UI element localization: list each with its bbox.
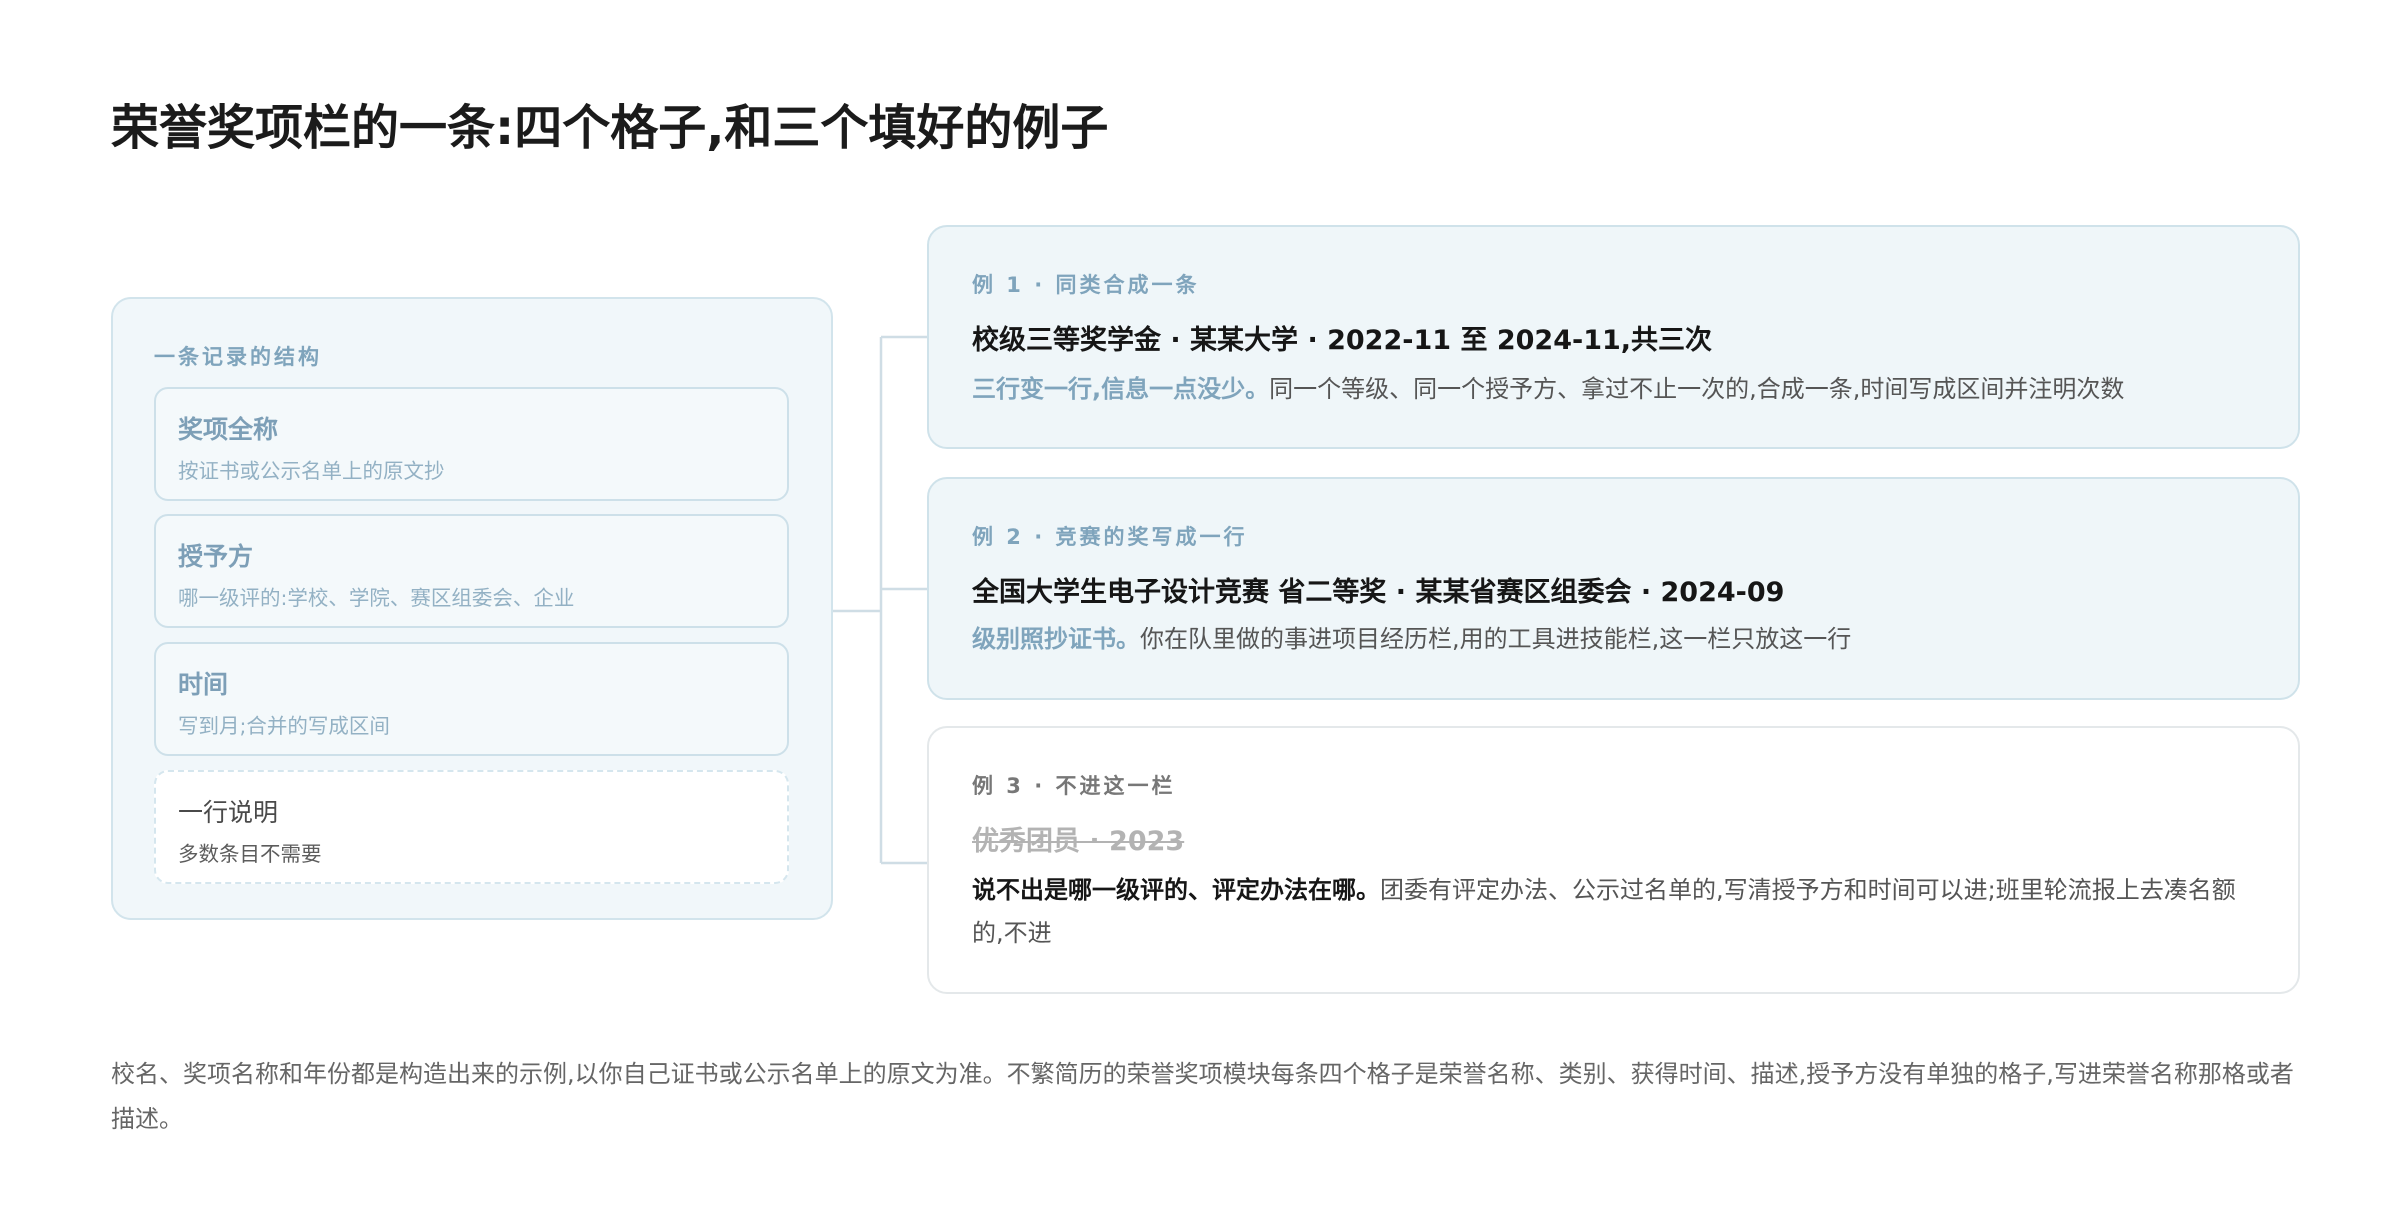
example-card-1: 例 1 · 同类合成一条 校级三等奖学金 · 某某大学 · 2022-11 至 … <box>927 225 2300 449</box>
example-card-3: 例 3 · 不进这一栏 优秀团员 · 2023 说不出是哪一级评的、评定办法在哪… <box>927 726 2300 994</box>
field-name: 奖项全称 <box>178 415 279 444</box>
example-note-lead: 三行变一行,信息一点没少。 <box>972 375 1270 403</box>
example-entry: 全国大学生电子设计竞赛 省二等奖 · 某某省赛区组委会 · 2024-09 <box>972 577 1785 608</box>
field-name: 授予方 <box>178 542 254 571</box>
example-note-lead: 级别照抄证书。 <box>972 625 1140 653</box>
field-name: 时间 <box>178 670 229 699</box>
example-entry-struck: 优秀团员 · 2023 <box>972 826 1185 857</box>
example-note-body: 同一个等级、同一个授予方、拿过不止一次的,合成一条,时间写成区间并注明次数 <box>1269 375 2125 403</box>
field-one-line-note: 一行说明 多数条目不需要 <box>154 770 789 884</box>
field-grantor: 授予方 哪一级评的:学校、学院、赛区组委会、企业 <box>154 514 789 628</box>
example-note-body: 你在队里做的事进项目经历栏,用的工具进技能栏,这一栏只放这一行 <box>1140 625 1852 653</box>
field-hint: 写到月;合并的写成区间 <box>178 714 390 738</box>
field-name: 一行说明 <box>178 798 279 827</box>
record-structure-panel: 一条记录的结构 奖项全称 按证书或公示名单上的原文抄 授予方 哪一级评的:学校、… <box>111 297 833 920</box>
footnote: 校名、奖项名称和年份都是构造出来的示例,以你自己证书或公示名单上的原文为准。不繁… <box>111 1060 2294 1133</box>
field-award-name: 奖项全称 按证书或公示名单上的原文抄 <box>154 387 789 501</box>
field-hint: 哪一级评的:学校、学院、赛区组委会、企业 <box>178 586 575 610</box>
page-title: 荣誉奖项栏的一条:四个格子,和三个填好的例子 <box>111 100 1109 156</box>
example-eyebrow: 例 3 · 不进这一栏 <box>972 774 1176 798</box>
example-note: 三行变一行,信息一点没少。同一个等级、同一个授予方、拿过不止一次的,合成一条,时… <box>972 368 2255 411</box>
example-note: 说不出是哪一级评的、评定办法在哪。团委有评定办法、公示过名单的,写清授予方和时间… <box>972 869 2255 955</box>
example-note: 级别照抄证书。你在队里做的事进项目经历栏,用的工具进技能栏,这一栏只放这一行 <box>972 618 2255 661</box>
record-structure-label: 一条记录的结构 <box>154 345 322 369</box>
example-entry: 校级三等奖学金 · 某某大学 · 2022-11 至 2024-11,共三次 <box>972 325 1713 356</box>
field-date: 时间 写到月;合并的写成区间 <box>154 642 789 756</box>
field-hint: 多数条目不需要 <box>178 842 322 866</box>
example-eyebrow: 例 1 · 同类合成一条 <box>972 273 1200 297</box>
field-hint: 按证书或公示名单上的原文抄 <box>178 459 445 483</box>
example-note-lead: 说不出是哪一级评的、评定办法在哪。 <box>972 876 1380 904</box>
example-card-2: 例 2 · 竞赛的奖写成一行 全国大学生电子设计竞赛 省二等奖 · 某某省赛区组… <box>927 477 2300 700</box>
example-eyebrow: 例 2 · 竞赛的奖写成一行 <box>972 525 1248 549</box>
